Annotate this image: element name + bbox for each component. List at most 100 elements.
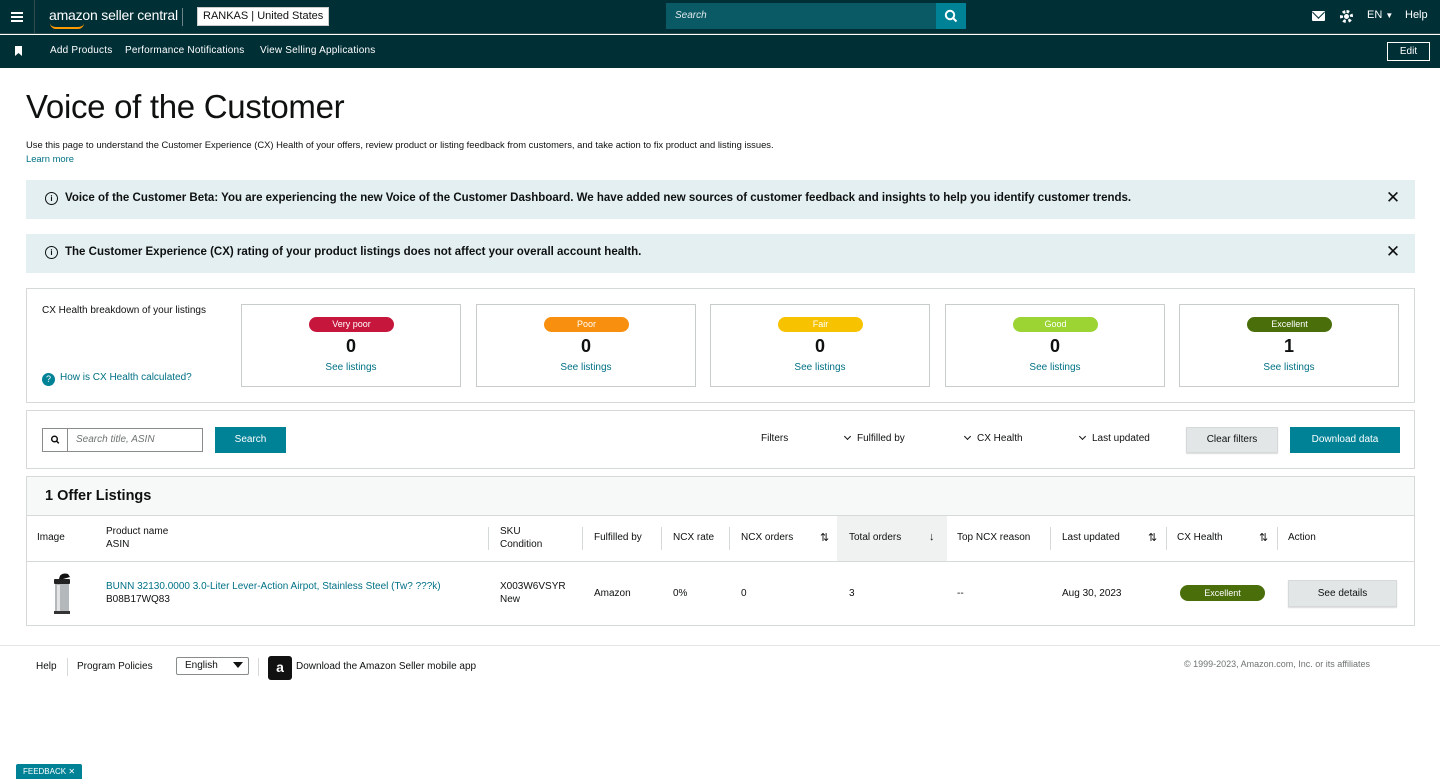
footer-help-link[interactable]: Help	[36, 661, 57, 672]
condition-value: New	[500, 594, 521, 605]
download-data-button[interactable]: Download data	[1290, 427, 1400, 453]
last-updated-dropdown[interactable]: Last updated	[1078, 432, 1150, 444]
table-title-bar: 1 Offer Listings	[27, 477, 1414, 516]
cx-pill: Poor	[544, 317, 629, 332]
bookmark-icon[interactable]	[15, 46, 22, 56]
mail-icon[interactable]	[1312, 11, 1325, 21]
gear-icon[interactable]	[1340, 10, 1353, 23]
product-name-link[interactable]: BUNN 32130.0000 3.0-Liter Lever-Action A…	[106, 580, 441, 593]
cx-card-fair: Fair 0 See listings	[710, 304, 930, 387]
logo-smile	[50, 23, 84, 29]
divider	[27, 561, 1414, 562]
question-icon: ?	[42, 373, 55, 386]
global-search-input[interactable]: Search	[666, 3, 936, 29]
feedback-tab[interactable]: FEEDBACK ✕	[16, 764, 82, 779]
cx-health-label: CX Health	[977, 433, 1023, 444]
cx-health-heading: CX Health breakdown of your listings	[42, 305, 206, 316]
cx-pill: Excellent	[1247, 317, 1332, 332]
help-link[interactable]: Help	[1405, 9, 1428, 21]
cx-health-dropdown[interactable]: CX Health	[963, 432, 1023, 444]
ncx-orders-value: 0	[741, 588, 747, 599]
col-asin-label: ASIN	[106, 539, 130, 550]
divider	[182, 8, 183, 26]
listing-search-input[interactable]: Search title, ASIN	[42, 428, 203, 452]
info-icon: i	[45, 192, 58, 205]
col-total-orders[interactable]: Total orders	[849, 531, 901, 544]
offer-listings-table: 1 Offer Listings Image Product name ASIN…	[26, 476, 1415, 626]
language-selector[interactable]: EN ▼	[1367, 9, 1393, 21]
search-icon	[944, 9, 958, 23]
banner-message: The Customer Experience (CX) rating of y…	[65, 246, 642, 258]
col-ncx-orders[interactable]: NCX orders	[741, 531, 793, 544]
col-image: Image	[37, 532, 65, 543]
asin-value: B08B17WQ83	[106, 594, 170, 605]
close-icon[interactable]: ✕	[1385, 243, 1401, 260]
see-listings-link[interactable]: See listings	[1180, 362, 1398, 373]
col-condition-label: Condition	[500, 539, 543, 550]
learn-more-link[interactable]: Learn more	[26, 153, 74, 164]
see-listings-link[interactable]: See listings	[946, 362, 1164, 373]
how-cx-health-label: How is CX Health calculated?	[60, 372, 192, 383]
amazon-app-icon[interactable]: a	[268, 656, 292, 680]
fulfilled-by-dropdown[interactable]: Fulfilled by	[843, 432, 905, 444]
cx-card-poor: Poor 0 See listings	[476, 304, 696, 387]
hamburger-menu-icon[interactable]	[0, 0, 35, 33]
sort-icon[interactable]: ⇅	[1259, 531, 1268, 544]
cx-health-panel: CX Health breakdown of your listings ? Ho…	[26, 288, 1415, 403]
product-thumbnail[interactable]	[51, 571, 73, 615]
edit-button[interactable]: Edit	[1387, 42, 1430, 61]
close-icon[interactable]: ✕	[1385, 189, 1401, 206]
caret-down-icon	[233, 662, 243, 668]
col-last-updated[interactable]: Last updated	[1062, 531, 1120, 544]
top-ncx-reason-value: --	[957, 588, 964, 599]
divider	[1050, 527, 1051, 550]
global-search-button[interactable]	[936, 3, 966, 29]
how-cx-health-link[interactable]: ? How is CX Health calculated?	[42, 372, 192, 386]
filters-label: Filters	[761, 433, 789, 444]
divider	[582, 527, 583, 550]
language-label: EN	[1367, 9, 1383, 21]
see-listings-link[interactable]: See listings	[711, 362, 929, 373]
see-listings-link[interactable]: See listings	[242, 362, 460, 373]
download-app-link[interactable]: Download the Amazon Seller mobile app	[296, 661, 476, 672]
divider	[488, 527, 489, 550]
beta-banner: i Voice of the Customer Beta: You are ex…	[26, 180, 1415, 219]
nav-add-products[interactable]: Add Products	[50, 45, 112, 56]
cx-card-excellent: Excellent 1 See listings	[1179, 304, 1399, 387]
last-updated-value: Aug 30, 2023	[1062, 588, 1122, 599]
logo-text: amazon seller central	[49, 7, 178, 23]
divider	[1166, 527, 1167, 550]
sort-icon[interactable]: ⇅	[1148, 531, 1157, 544]
fulfilled-by-label: Fulfilled by	[857, 433, 905, 444]
see-listings-link[interactable]: See listings	[477, 362, 695, 373]
language-value: English	[185, 660, 218, 671]
info-icon: i	[45, 246, 58, 259]
caret-down-icon: ▼	[1385, 11, 1394, 20]
page-title: Voice of the Customer	[26, 88, 345, 125]
cx-count: 0	[580, 336, 591, 356]
cx-pill: Very poor	[309, 317, 394, 332]
cx-rating-banner: i The Customer Experience (CX) rating of…	[26, 234, 1415, 273]
search-button[interactable]: Search	[215, 427, 286, 453]
footer-language-select[interactable]: English	[176, 657, 249, 675]
last-updated-label: Last updated	[1092, 433, 1150, 444]
sort-icon[interactable]: ⇅	[820, 531, 829, 544]
cx-pill: Good	[1013, 317, 1098, 332]
divider	[1277, 527, 1278, 550]
nav-performance-notifications[interactable]: Performance Notifications	[125, 45, 245, 56]
cx-count: 0	[814, 336, 825, 356]
search-placeholder: Search title, ASIN	[76, 434, 155, 445]
clear-filters-button[interactable]: Clear filters	[1186, 427, 1278, 453]
col-cx-health[interactable]: CX Health	[1177, 531, 1223, 544]
cx-card-good: Good 0 See listings	[945, 304, 1165, 387]
col-product-name: Product name ASIN	[106, 525, 168, 551]
ncx-rate-value: 0%	[673, 588, 688, 599]
sort-descending-icon[interactable]: ↓	[929, 531, 935, 543]
page-intro: Use this page to understand the Customer…	[26, 139, 774, 150]
divider	[661, 527, 662, 550]
seller-central-logo[interactable]: amazon seller central	[49, 7, 178, 29]
store-selector[interactable]: RANKAS | United States	[197, 7, 330, 26]
nav-view-selling-applications[interactable]: View Selling Applications	[260, 45, 375, 56]
footer-program-policies-link[interactable]: Program Policies	[77, 661, 153, 672]
see-details-button[interactable]: See details	[1288, 580, 1397, 607]
